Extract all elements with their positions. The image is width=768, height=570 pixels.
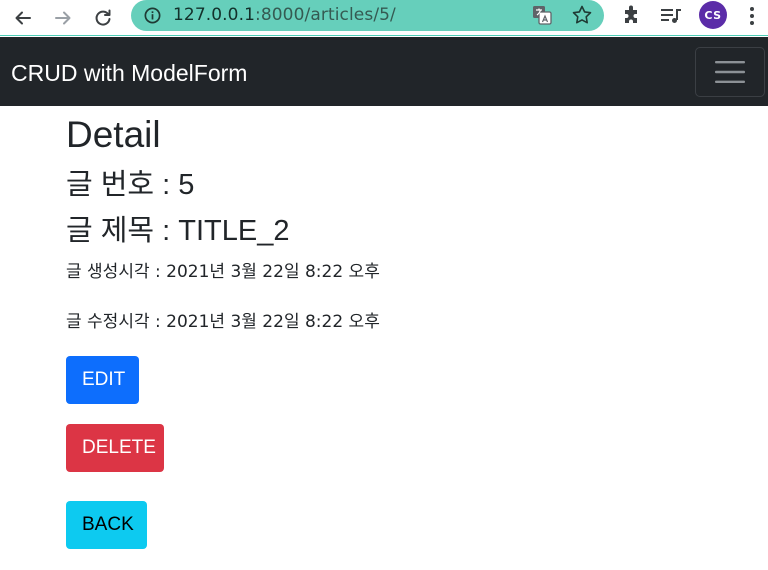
article-updated-at: 글 수정시각 : 2021년 3월 22일 8:22 오후 — [66, 312, 380, 332]
more-vertical-icon[interactable] — [740, 4, 764, 28]
url-host: 127.0.0.1 — [173, 5, 256, 25]
back-link-button[interactable]: BACK — [66, 501, 147, 549]
url-text[interactable]: 127.0.0.1:8000/articles/5/ — [173, 4, 396, 26]
back-button[interactable] — [8, 3, 38, 33]
hamburger-icon — [715, 61, 745, 83]
delete-button[interactable]: DELETE — [66, 424, 164, 472]
url-path: :8000/articles/5/ — [255, 5, 396, 25]
info-icon[interactable] — [143, 6, 162, 25]
navbar-brand[interactable]: CRUD with ModelForm — [11, 59, 247, 87]
reload-icon — [95, 9, 111, 26]
translate-icon[interactable] — [531, 4, 553, 26]
arrow-left-icon — [15, 11, 31, 25]
navbar-toggler-button[interactable] — [695, 47, 765, 97]
playlist-icon[interactable] — [658, 4, 684, 28]
article-number: 글 번호 : 5 — [66, 169, 195, 201]
reload-button[interactable] — [88, 3, 118, 33]
forward-button[interactable] — [48, 3, 78, 33]
arrow-right-icon — [55, 11, 71, 25]
site-navbar: CRUD with ModelForm — [0, 37, 768, 106]
puzzle-icon[interactable] — [620, 4, 644, 28]
star-icon[interactable] — [571, 4, 593, 26]
address-bar[interactable]: 127.0.0.1:8000/articles/5/ — [131, 0, 604, 31]
article-created-at: 글 생성시각 : 2021년 3월 22일 8:22 오후 — [66, 262, 380, 282]
profile-avatar[interactable]: CS — [699, 1, 727, 29]
page-title: Detail — [66, 114, 161, 155]
edit-button[interactable]: EDIT — [66, 356, 139, 404]
browser-toolbar: 127.0.0.1:8000/articles/5/ CS — [0, 0, 768, 36]
article-title: 글 제목 : TITLE_2 — [66, 215, 290, 247]
